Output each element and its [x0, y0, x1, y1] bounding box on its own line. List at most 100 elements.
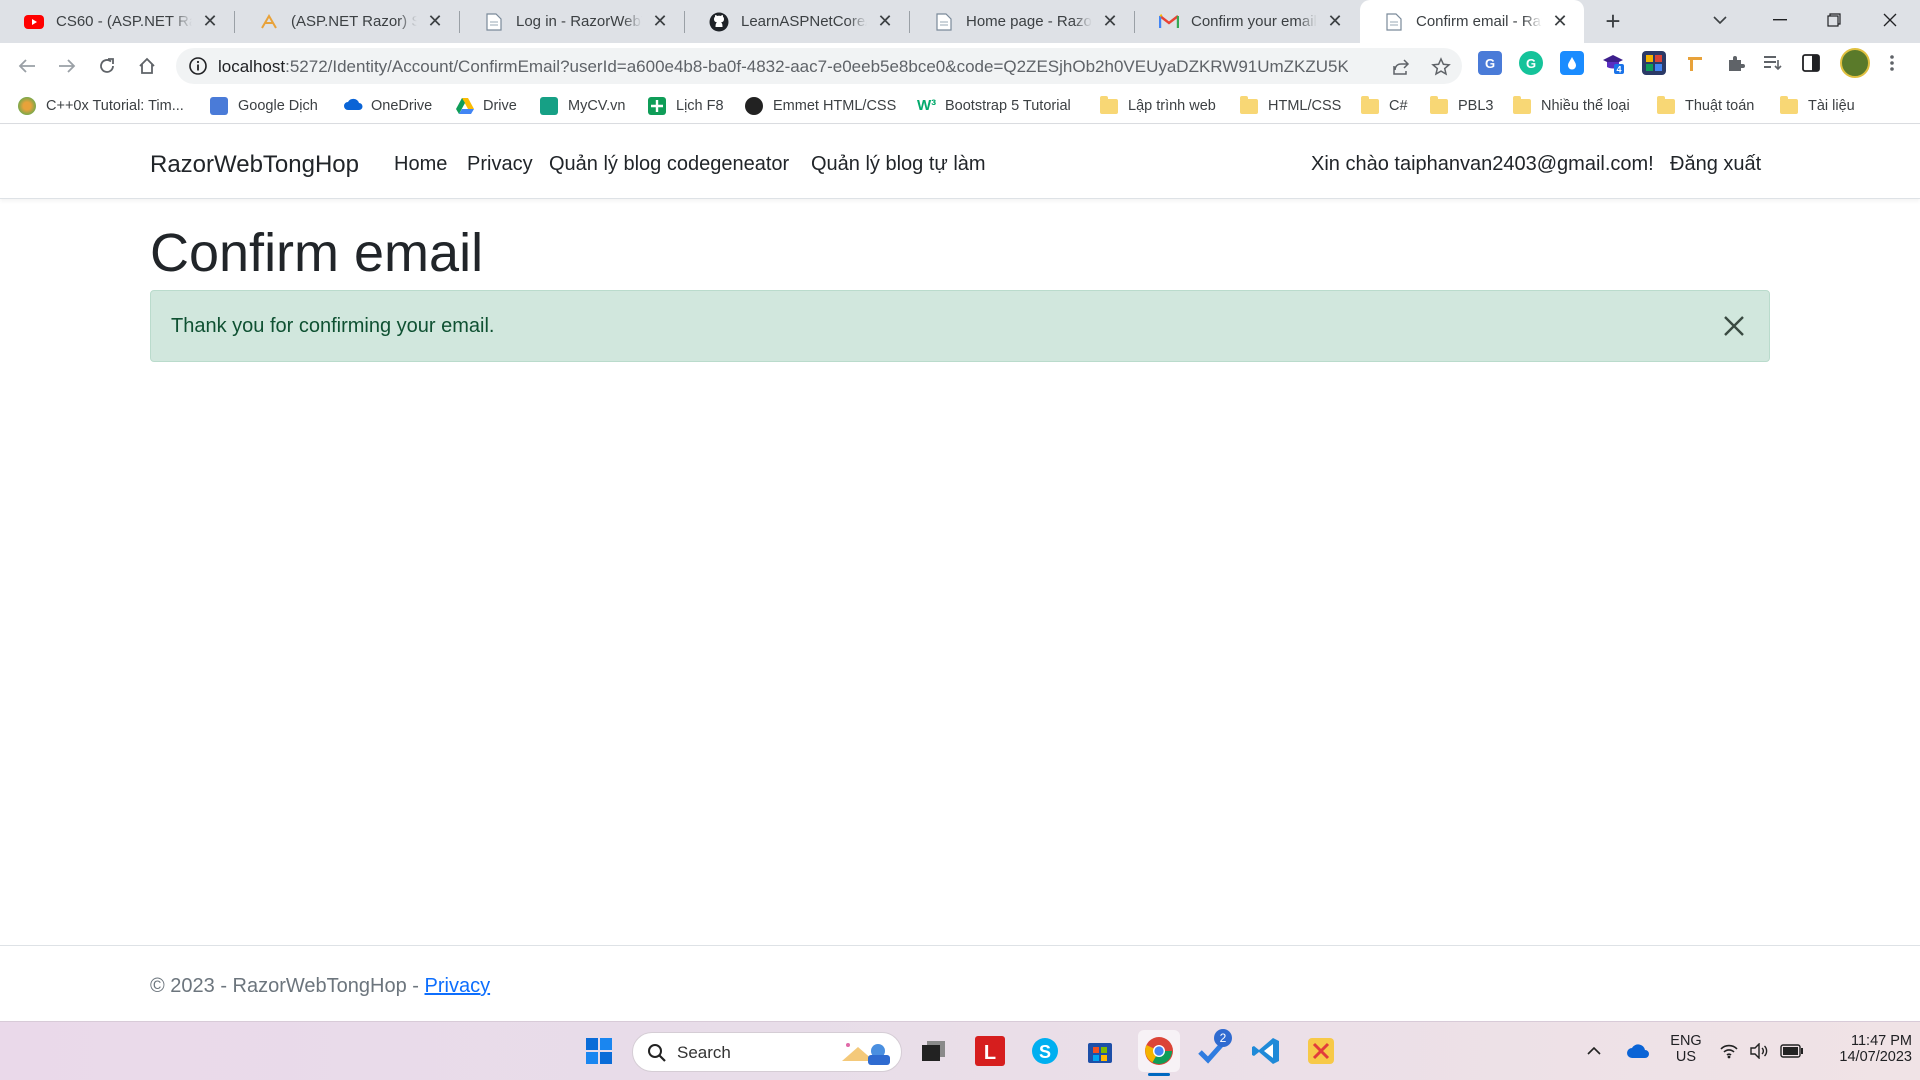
svg-text:4: 4 — [1616, 65, 1621, 75]
grammarly-icon[interactable]: G — [1519, 51, 1543, 75]
lang-region: US — [1675, 1049, 1697, 1065]
browser-tab[interactable]: LearnASPNetCore/ASP.NET ✕ — [685, 0, 909, 43]
bookmark-item[interactable]: Drive — [455, 94, 517, 118]
bookmark-item[interactable]: Emmet HTML/CSS — [745, 94, 896, 118]
bookmark-folder[interactable]: HTML/CSS — [1240, 94, 1341, 118]
bookmark-folder[interactable]: Thuật toán — [1657, 94, 1754, 118]
chrome-taskbar-button[interactable] — [1138, 1030, 1180, 1076]
bookmark-label: Drive — [483, 98, 517, 114]
clock[interactable]: 11:47 PM 14/07/2023 — [1816, 1033, 1912, 1065]
dropper-extension-icon[interactable] — [1560, 51, 1584, 75]
browser-tab[interactable]: CS60 - (ASP.NET Razor) Sử dụng ✕ — [0, 0, 234, 43]
app-l-icon[interactable]: L — [974, 1035, 1006, 1067]
bookmark-item[interactable]: Google Dịch — [210, 94, 318, 118]
onedrive-tray-icon[interactable] — [1622, 1035, 1654, 1067]
close-icon[interactable] — [1721, 313, 1747, 339]
tab-close-icon[interactable]: ✕ — [1550, 11, 1570, 32]
wrench-extension-icon[interactable] — [1683, 51, 1707, 75]
tab-title: (ASP.NET Razor) Sử dụng Identity — [291, 13, 417, 30]
volume-icon[interactable] — [1746, 1035, 1772, 1067]
share-icon[interactable] — [1390, 56, 1412, 78]
bookmark-star-icon[interactable] — [1430, 56, 1452, 78]
bookmark-label: Tài liệu — [1808, 98, 1855, 114]
browser-tab[interactable]: Home page - RazorWebTongHop ✕ — [910, 0, 1134, 43]
site-info-icon[interactable] — [188, 56, 208, 76]
browser-menu-icon[interactable] — [1880, 51, 1904, 75]
chrome-icon — [1145, 1037, 1173, 1065]
address-bar[interactable]: localhost:5272/Identity/Account/ConfirmE… — [176, 48, 1462, 84]
tab-close-icon[interactable]: ✕ — [425, 11, 445, 32]
reload-button[interactable] — [90, 49, 124, 83]
skype-icon[interactable]: S — [1029, 1035, 1061, 1067]
tab-close-icon[interactable]: ✕ — [1100, 11, 1120, 32]
tab-close-icon[interactable]: ✕ — [1325, 11, 1345, 32]
clock-time: 11:47 PM — [1851, 1033, 1912, 1049]
bookmark-site-icon — [18, 97, 36, 115]
google-translate-extension-icon[interactable]: G — [1478, 51, 1502, 75]
onedrive-icon — [343, 97, 363, 115]
nav-link-blog-codegen[interactable]: Quản lý blog codegeneator — [549, 153, 789, 176]
browser-tab-active[interactable]: Confirm email - RazorWebTongHop ✕ — [1360, 0, 1584, 43]
task-view-icon[interactable] — [918, 1035, 950, 1067]
vscode-icon[interactable] — [1250, 1035, 1282, 1067]
input-language[interactable]: ENG US — [1664, 1033, 1708, 1065]
extension-badge-icon[interactable]: 4 — [1601, 51, 1625, 75]
restore-button[interactable] — [1806, 0, 1862, 40]
nav-link-blog-manual[interactable]: Quản lý blog tự làm — [811, 153, 986, 176]
bookmark-folder[interactable]: Lập trình web — [1100, 94, 1216, 118]
back-button[interactable] — [10, 49, 44, 83]
browser-tab[interactable]: Log in - RazorWebTongHop ✕ — [460, 0, 684, 43]
extensions-puzzle-icon[interactable] — [1724, 51, 1748, 75]
nav-link-home[interactable]: Home — [394, 153, 447, 176]
chevron-up-icon[interactable] — [1582, 1035, 1606, 1067]
windows-start-icon[interactable] — [583, 1035, 615, 1067]
bookmark-label: Bootstrap 5 Tutorial — [945, 98, 1071, 114]
browser-tab[interactable]: Confirm your email - Gmail ✕ — [1135, 0, 1359, 43]
snipping-tool-icon[interactable] — [1305, 1035, 1337, 1067]
browser-tab[interactable]: (ASP.NET Razor) Sử dụng Identity ✕ — [235, 0, 459, 43]
microsoft-store-icon[interactable] — [1084, 1035, 1116, 1067]
tab-close-icon[interactable]: ✕ — [200, 11, 220, 32]
new-tab-button[interactable]: + — [1596, 4, 1630, 38]
colorful-extension-icon[interactable] — [1642, 51, 1666, 75]
side-panel-icon[interactable] — [1799, 51, 1823, 75]
bookmark-item[interactable]: W³ Bootstrap 5 Tutorial — [917, 94, 1071, 118]
bookmark-folder[interactable]: PBL3 — [1430, 94, 1493, 118]
tab-close-icon[interactable]: ✕ — [875, 11, 895, 32]
tab-close-icon[interactable]: ✕ — [650, 11, 670, 32]
url-text[interactable]: localhost:5272/Identity/Account/ConfirmE… — [218, 57, 1348, 77]
profile-avatar[interactable] — [1840, 48, 1870, 78]
reading-list-icon[interactable] — [1760, 51, 1784, 75]
bookmark-folder[interactable]: C# — [1361, 94, 1408, 118]
battery-icon[interactable] — [1778, 1035, 1806, 1067]
bookmark-label: C# — [1389, 98, 1408, 114]
wifi-icon[interactable] — [1716, 1035, 1742, 1067]
nav-link-privacy[interactable]: Privacy — [467, 153, 533, 176]
home-button[interactable] — [130, 49, 164, 83]
bookmark-item[interactable]: Lịch F8 — [648, 94, 724, 118]
forward-button[interactable] — [50, 49, 84, 83]
bookmark-item[interactable]: MyCV.vn — [540, 94, 625, 118]
taskbar-search-box[interactable]: Search — [632, 1032, 902, 1072]
tab-search-chevron-icon[interactable] — [1692, 0, 1748, 40]
windows-taskbar: Search L S 2 ENG US 11:47 PM 14/07/2023 — [0, 1021, 1920, 1080]
bookmark-item[interactable]: OneDrive — [343, 94, 432, 118]
lang-code: ENG — [1670, 1033, 1702, 1049]
bookmark-item[interactable]: C++0x Tutorial: Tim... — [18, 94, 184, 118]
nav-link-account-greeting[interactable]: Xin chào taiphanvan2403@gmail.com! — [1311, 153, 1654, 176]
minimize-button[interactable] — [1752, 0, 1808, 40]
bookmark-label: HTML/CSS — [1268, 98, 1342, 114]
browser-tab-strip: CS60 - (ASP.NET Razor) Sử dụng ✕ (ASP.NE… — [0, 0, 1920, 43]
bookmark-label: OneDrive — [371, 98, 433, 114]
page-icon — [934, 12, 954, 32]
bookmark-folder[interactable]: Nhiều thể loại — [1513, 94, 1630, 118]
url-host: localhost — [218, 57, 286, 76]
footer-privacy-link[interactable]: Privacy — [425, 975, 491, 997]
bookmark-folder[interactable]: Tài liệu — [1780, 94, 1855, 118]
bookmark-label: Thuật toán — [1685, 98, 1755, 114]
close-window-button[interactable] — [1862, 0, 1918, 40]
site-footer: © 2023 - RazorWebTongHop - Privacy — [0, 945, 1920, 1021]
todo-check-icon[interactable]: 2 — [1196, 1029, 1232, 1067]
logout-button[interactable]: Đăng xuất — [1670, 153, 1761, 176]
site-brand-link[interactable]: RazorWebTongHop — [150, 151, 359, 179]
